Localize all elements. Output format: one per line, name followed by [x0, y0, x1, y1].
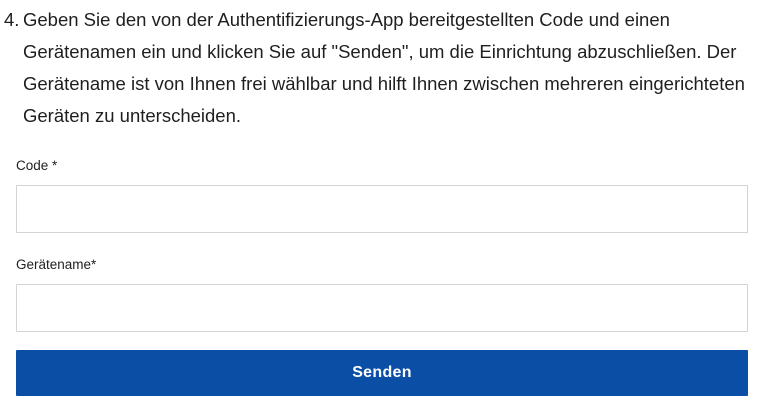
step-description: Geben Sie den von der Authentifizierungs… [23, 9, 745, 126]
code-label: Code * [16, 158, 58, 173]
device-name-input[interactable] [16, 284, 748, 332]
code-input[interactable] [16, 185, 748, 233]
setup-step-instruction: 4. Geben Sie den von der Authentifizieru… [4, 4, 760, 132]
step-number: 4. [4, 9, 20, 30]
device-name-label: Gerätename* [16, 257, 97, 272]
submit-button[interactable]: Senden [16, 350, 748, 396]
